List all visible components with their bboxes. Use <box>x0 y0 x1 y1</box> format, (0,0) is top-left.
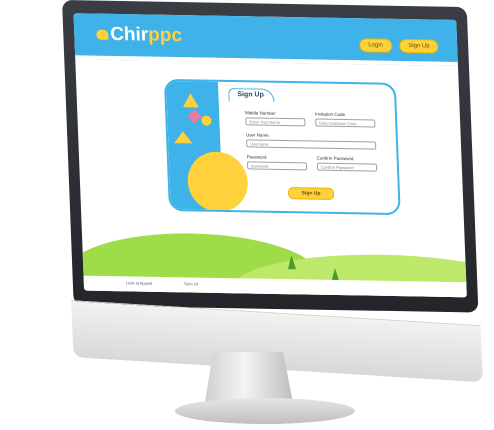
name-input[interactable]: Enter Your Name <box>245 117 306 127</box>
triangle-shape <box>182 93 199 108</box>
username-label: User Name <box>245 132 269 138</box>
form-title: Sign Up <box>228 87 276 102</box>
confirm-input[interactable]: Confirm Password <box>316 162 378 172</box>
logo-highlight: ppc <box>147 24 183 47</box>
signup-header-button[interactable]: Sign Up <box>399 38 439 54</box>
site-logo[interactable]: Chirppc <box>96 24 183 48</box>
triangle-shape <box>173 131 193 144</box>
circle-shape <box>201 115 212 126</box>
monitor-screen: Chirppc Login Sign Up Sign Up Middle Num… <box>73 13 467 298</box>
diamond-shape <box>187 109 202 124</box>
decorative-art <box>165 80 249 213</box>
username-input[interactable]: Username <box>246 139 377 150</box>
signup-submit-button[interactable]: Sign Up <box>287 187 335 200</box>
name-label: Middle Number <box>244 110 276 116</box>
monitor-bezel: Chirppc Login Sign Up Sign Up Middle Num… <box>62 0 479 313</box>
tree-icon <box>287 255 297 270</box>
confirm-label: Confirm Password <box>316 155 354 162</box>
invite-input[interactable]: Enter Invitation Code <box>315 118 376 128</box>
monitor-stand-base <box>175 398 355 424</box>
password-input[interactable]: password <box>246 161 308 171</box>
password-label: Password <box>246 154 267 160</box>
footer-link[interactable]: Look at Appeal <box>126 280 153 285</box>
footer-link[interactable]: Term Of <box>184 281 198 286</box>
invite-label: Invitation Code <box>314 111 346 118</box>
bird-icon <box>96 29 109 40</box>
logo-text: Chir <box>109 23 149 46</box>
signup-card: Sign Up Middle Number Enter Your Name In… <box>163 78 401 216</box>
sun-shape <box>186 151 249 213</box>
login-button[interactable]: Login <box>359 38 393 53</box>
